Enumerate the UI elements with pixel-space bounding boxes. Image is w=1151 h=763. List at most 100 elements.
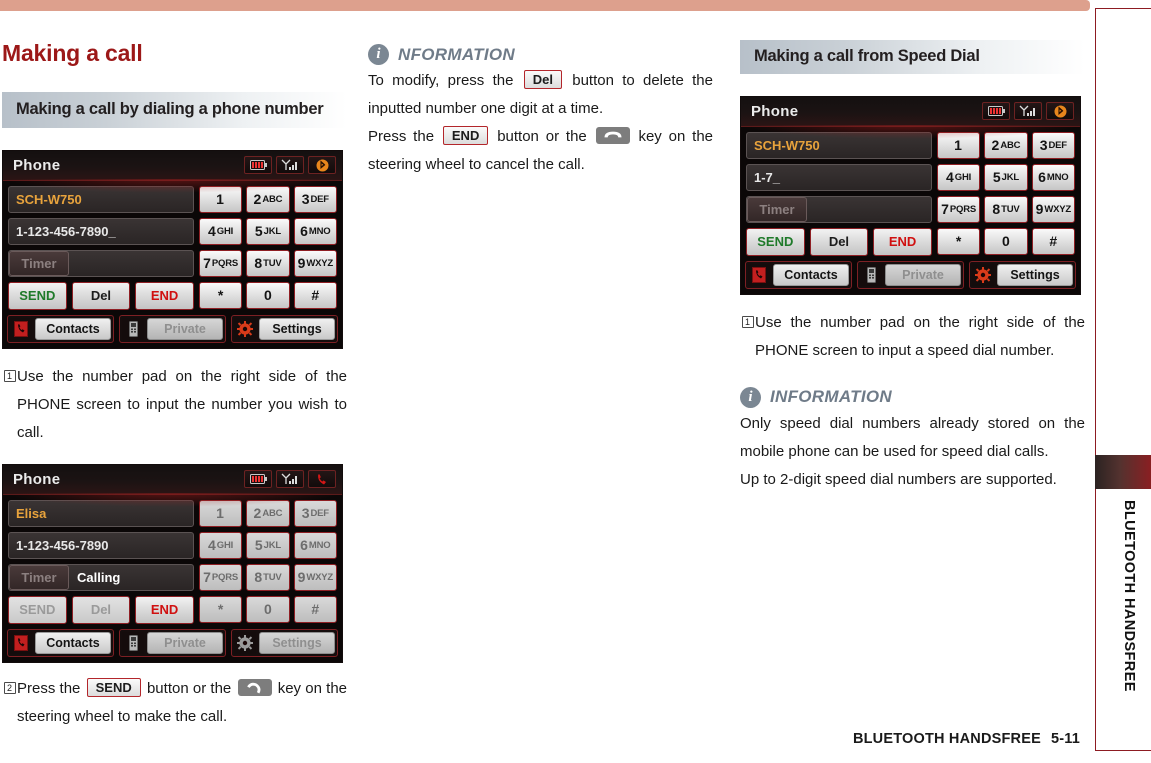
status-icons: [982, 102, 1074, 121]
key-2[interactable]: 2 ABC: [246, 499, 290, 527]
settings-button[interactable]: Settings: [259, 631, 335, 654]
information-title: INFORMATION: [770, 387, 892, 407]
phone-titlebar: Phone: [3, 464, 342, 495]
key-9[interactable]: 9 WXYZ: [293, 563, 337, 591]
battery-icon: [982, 102, 1010, 121]
key-7[interactable]: 7 PQRS: [198, 249, 243, 277]
page-title: Making a call: [2, 40, 143, 66]
middle-column: i NFORMATION To modify, press the Del bu…: [368, 44, 713, 179]
phone-bottom-bar: Contacts Private Settings: [745, 260, 1076, 289]
contacts-group[interactable]: Contacts: [7, 628, 114, 657]
contacts-phone-icon: [10, 631, 32, 654]
end-button[interactable]: END: [873, 227, 932, 256]
key-6[interactable]: 6 MNO: [1031, 163, 1075, 191]
step-item-1: 1 Use the number pad on the right side o…: [2, 363, 347, 447]
step-item-2: 2 Press the SEND button or the key on th…: [2, 675, 347, 731]
private-button[interactable]: Private: [147, 631, 223, 654]
key-4[interactable]: 4 GHI: [198, 217, 243, 245]
key-4[interactable]: 4 GHI: [198, 531, 243, 559]
private-button[interactable]: Private: [147, 317, 223, 340]
private-group[interactable]: Private: [857, 260, 964, 289]
private-button[interactable]: Private: [885, 263, 961, 286]
end-button[interactable]: END: [135, 595, 194, 624]
send-chip: SEND: [86, 677, 141, 697]
key-9[interactable]: 9 WXYZ: [1031, 195, 1075, 223]
contacts-button[interactable]: Contacts: [35, 317, 111, 340]
key-hash[interactable]: #: [293, 595, 337, 623]
settings-group[interactable]: Settings: [231, 314, 338, 343]
settings-group[interactable]: Settings: [231, 628, 338, 657]
bluetooth-icon: [1046, 102, 1074, 121]
key-5[interactable]: 5 JKL: [246, 217, 290, 245]
key-1[interactable]: 1: [198, 499, 243, 527]
left-steps-1: 1 Use the number pad on the right side o…: [2, 363, 347, 447]
step-marker: 1: [740, 309, 755, 337]
contacts-group[interactable]: Contacts: [7, 314, 114, 343]
contacts-button[interactable]: Contacts: [35, 631, 111, 654]
action-row: SEND Del END: [8, 281, 194, 310]
key-star[interactable]: *: [198, 281, 243, 309]
footer-section-label: BLUETOOTH HANDSFREE: [852, 731, 1041, 747]
key-8[interactable]: 8 TUV: [246, 563, 290, 591]
key-2[interactable]: 2 ABC: [984, 131, 1028, 159]
number-field[interactable]: 1-7_: [746, 163, 932, 191]
contacts-group[interactable]: Contacts: [745, 260, 852, 289]
timer-field: Timer: [8, 249, 194, 277]
key-9[interactable]: 9 WXYZ: [293, 249, 337, 277]
send-button[interactable]: SEND: [746, 227, 805, 256]
key-3[interactable]: 3 DEF: [1031, 131, 1075, 159]
number-field: 1-123-456-7890: [8, 531, 194, 559]
phone-content: Elisa 1-123-456-7890 Timer Calling SEND …: [3, 495, 342, 624]
key-hash[interactable]: #: [1031, 227, 1075, 255]
key-0[interactable]: 0: [246, 281, 290, 309]
end-button[interactable]: END: [135, 281, 194, 310]
settings-button[interactable]: Settings: [259, 317, 335, 340]
send-button[interactable]: SEND: [8, 595, 67, 624]
signal-icon: [1014, 102, 1042, 121]
number-field[interactable]: 1-123-456-7890_: [8, 217, 194, 245]
key-1[interactable]: 1: [936, 131, 981, 159]
device-name-field: SCH-W750: [8, 185, 194, 213]
key-7[interactable]: 7 PQRS: [198, 563, 243, 591]
del-button[interactable]: Del: [809, 227, 869, 256]
caller-name-field: Elisa: [8, 499, 194, 527]
send-button[interactable]: SEND: [8, 281, 67, 310]
phone-left-pane: SCH-W750 1-7_ Timer SEND Del END: [746, 131, 932, 256]
info-l2-before: Press the: [368, 128, 435, 145]
step-marker: 1: [2, 363, 17, 391]
key-1[interactable]: 1: [198, 185, 243, 213]
timer-field: Timer Calling: [8, 563, 194, 591]
step2-text-before: Press the: [17, 679, 81, 697]
contacts-button[interactable]: Contacts: [773, 263, 849, 286]
key-star[interactable]: *: [198, 595, 243, 623]
private-handset-icon: [860, 263, 882, 286]
private-group[interactable]: Private: [119, 314, 226, 343]
key-5[interactable]: 5 JKL: [246, 531, 290, 559]
bluetooth-icon: [308, 156, 336, 175]
device-name-field: SCH-W750: [746, 131, 932, 159]
key-0[interactable]: 0: [984, 227, 1028, 255]
settings-group[interactable]: Settings: [969, 260, 1076, 289]
del-button[interactable]: Del: [71, 595, 131, 624]
information-header: i NFORMATION: [368, 44, 713, 65]
key-3[interactable]: 3 DEF: [293, 499, 337, 527]
key-hash[interactable]: #: [293, 281, 337, 309]
settings-button[interactable]: Settings: [997, 263, 1073, 286]
phone-screen-speed-dial: Phone SCH-W750 1-7_ Timer SEND Del END 1…: [740, 95, 1081, 295]
key-0[interactable]: 0: [246, 595, 290, 623]
settings-gear-icon: [234, 317, 256, 340]
key-2[interactable]: 2 ABC: [246, 185, 290, 213]
phone-title: Phone: [13, 156, 61, 174]
key-6[interactable]: 6 MNO: [293, 217, 337, 245]
info-paragraph-1: To modify, press the Del button to delet…: [368, 67, 713, 123]
key-8[interactable]: 8 TUV: [246, 249, 290, 277]
key-5[interactable]: 5 JKL: [984, 163, 1028, 191]
key-3[interactable]: 3 DEF: [293, 185, 337, 213]
key-4[interactable]: 4 GHI: [936, 163, 981, 191]
key-6[interactable]: 6 MNO: [293, 531, 337, 559]
key-star[interactable]: *: [936, 227, 981, 255]
del-button[interactable]: Del: [71, 281, 131, 310]
key-7[interactable]: 7 PQRS: [936, 195, 981, 223]
private-group[interactable]: Private: [119, 628, 226, 657]
key-8[interactable]: 8 TUV: [984, 195, 1028, 223]
